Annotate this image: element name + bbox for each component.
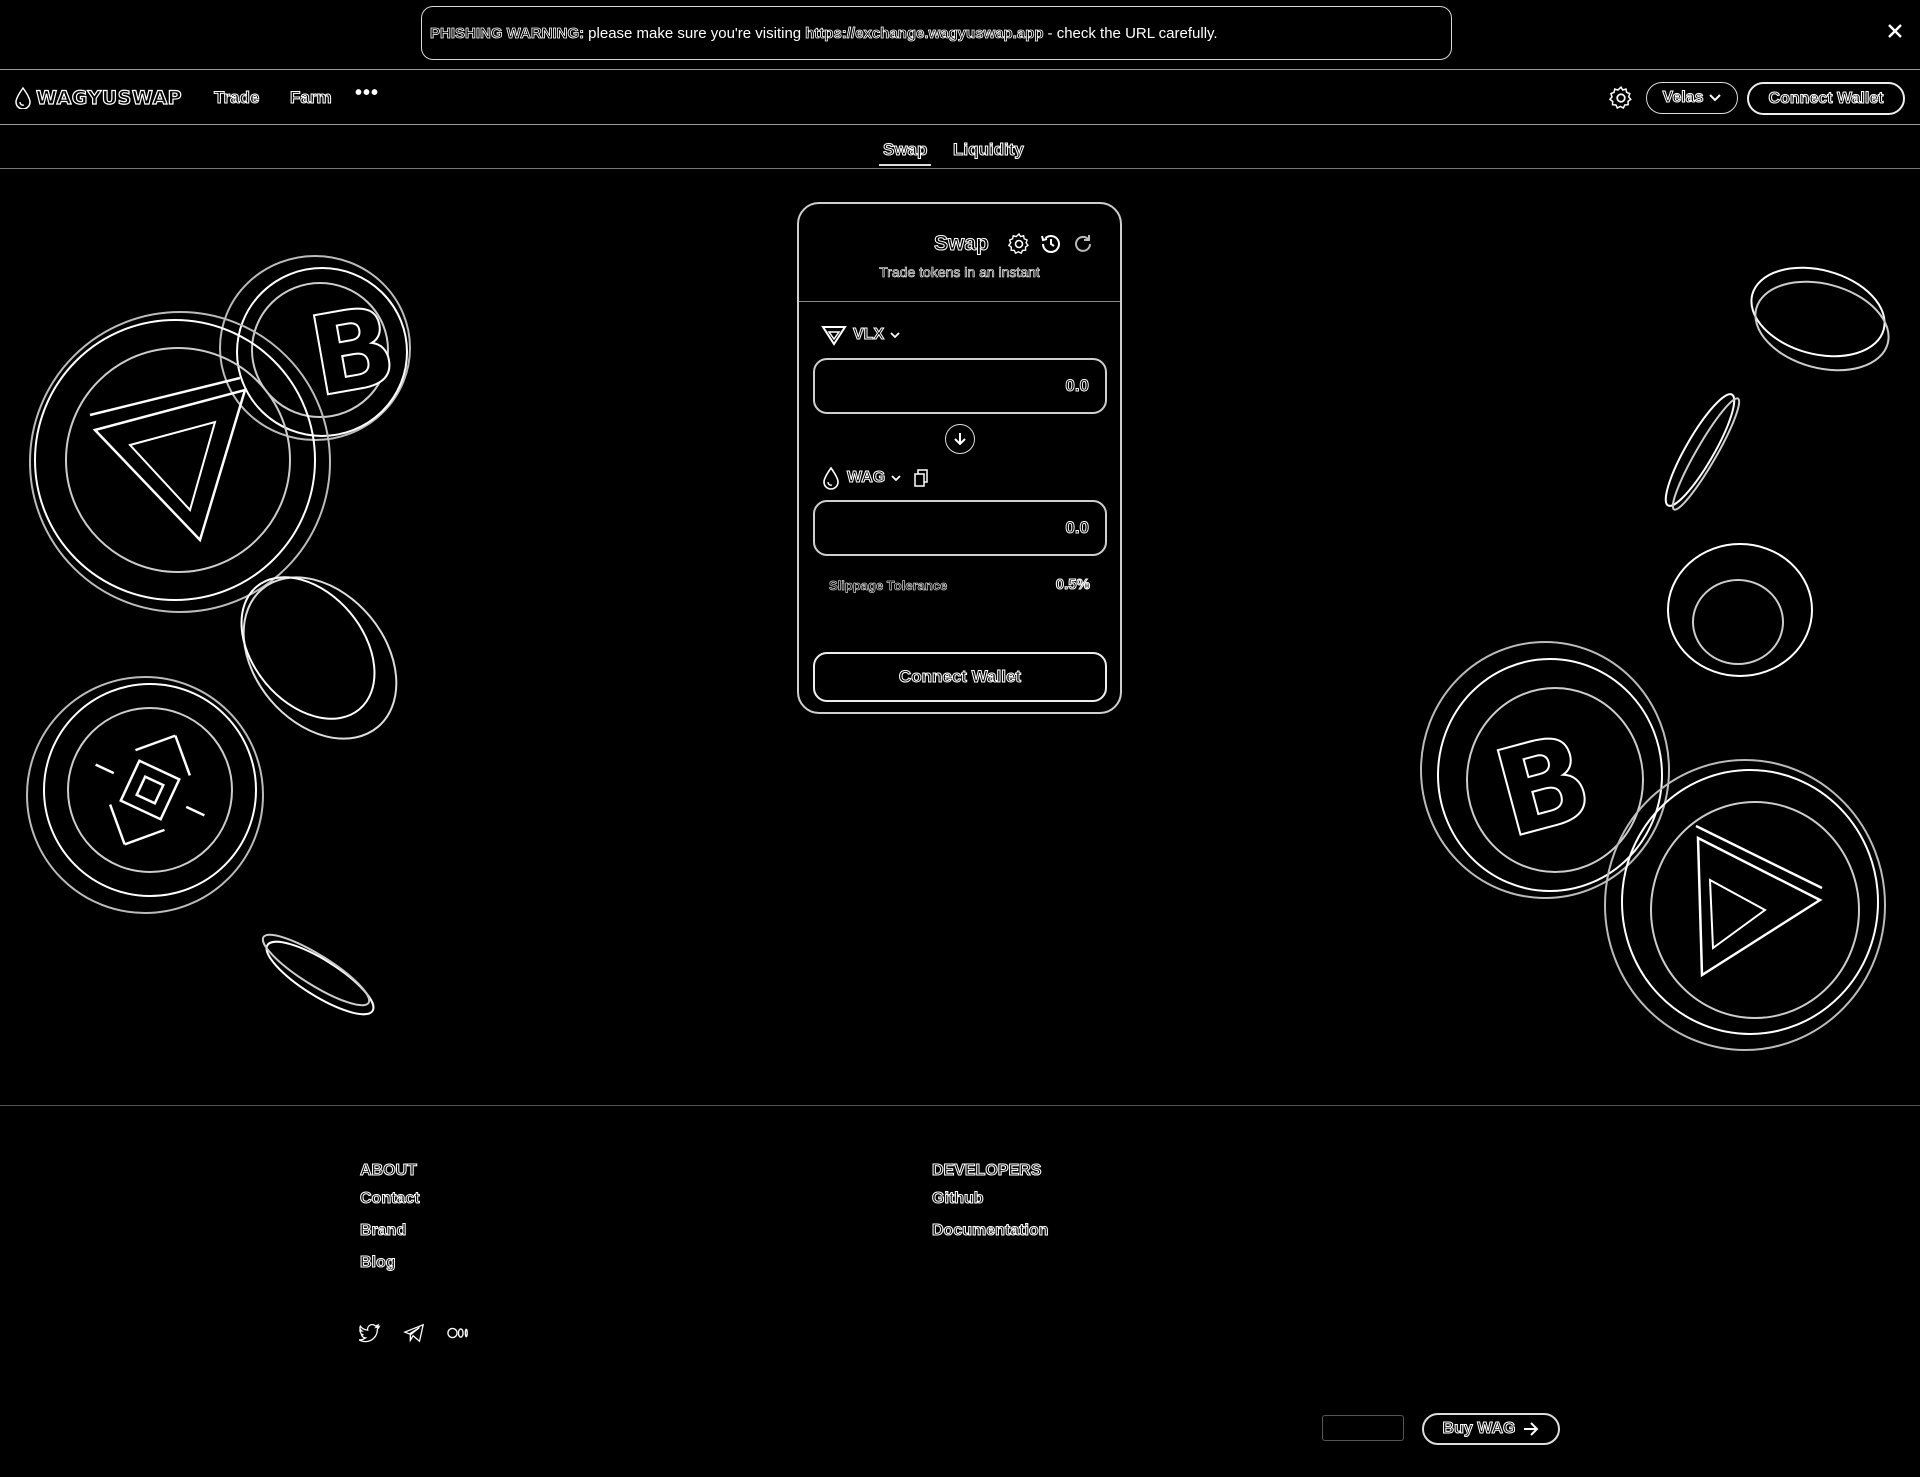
footer-link-contact[interactable]: Contact bbox=[360, 1190, 421, 1208]
network-selector[interactable]: Velas bbox=[1646, 82, 1738, 114]
to-amount-field[interactable] bbox=[813, 500, 1107, 556]
droplet-logo-icon bbox=[15, 87, 31, 109]
phishing-warning-label: PHISHING WARNING: bbox=[430, 24, 585, 42]
from-token-symbol: VLX bbox=[852, 326, 885, 344]
swap-settings-gear-icon[interactable] bbox=[1007, 232, 1031, 256]
chevron-down-icon bbox=[890, 331, 900, 338]
buy-wag-label: Buy WAG bbox=[1442, 1420, 1516, 1438]
nav-link-farm[interactable]: Farm bbox=[290, 88, 333, 108]
top-navbar: WAGYUSWAP Trade Farm ••• Velas Connect W… bbox=[0, 70, 1920, 124]
medium-icon[interactable] bbox=[447, 1322, 469, 1344]
copy-icon[interactable] bbox=[913, 469, 929, 487]
arrow-down-icon bbox=[954, 433, 966, 446]
refresh-icon[interactable] bbox=[1071, 232, 1095, 256]
phishing-warning-text: please make sure you're visiting bbox=[588, 24, 802, 42]
tab-swap[interactable]: Swap bbox=[882, 140, 927, 160]
footer-link-github[interactable]: Github bbox=[932, 1190, 985, 1208]
swap-subtitle: Trade tokens in an instant bbox=[879, 264, 1040, 281]
wagyuswap-logo[interactable]: WAGYUSWAP bbox=[14, 86, 183, 110]
buy-wag-button[interactable]: Buy WAG bbox=[1422, 1413, 1560, 1445]
footer-link-documentation[interactable]: Documentation bbox=[931, 1222, 1048, 1240]
logo-text: WAGYUSWAP bbox=[35, 86, 183, 109]
active-tab-indicator bbox=[879, 164, 931, 166]
footer-divider bbox=[0, 1105, 1920, 1106]
from-amount-input[interactable] bbox=[815, 360, 1105, 412]
wag-token-icon bbox=[823, 466, 839, 490]
swap-card: Swap Trade tokens in an instant VLX 0.0 … bbox=[797, 202, 1122, 714]
swap-connect-wallet-button[interactable]: Connect Wallet bbox=[813, 652, 1107, 702]
nav-divider bbox=[0, 124, 1920, 125]
slippage-label: Slippage Tolerance bbox=[829, 578, 948, 594]
decorative-coins-left: B bbox=[26, 255, 411, 1016]
to-amount-input[interactable] bbox=[815, 502, 1105, 554]
arrow-right-icon bbox=[1524, 1422, 1539, 1436]
swap-connect-wallet-label: Connect Wallet bbox=[898, 667, 1022, 687]
slippage-value[interactable]: 0.5% bbox=[1055, 576, 1090, 594]
card-header-divider bbox=[799, 301, 1120, 302]
phishing-warning-banner: PHISHING WARNING: please make sure you'r… bbox=[421, 6, 1452, 60]
chevron-down-icon bbox=[891, 474, 901, 481]
swap-title: Swap bbox=[934, 232, 990, 256]
from-amount-field[interactable] bbox=[813, 358, 1107, 414]
connect-wallet-button[interactable]: Connect Wallet bbox=[1747, 82, 1905, 115]
twitter-icon[interactable] bbox=[359, 1322, 381, 1344]
tabs-divider bbox=[0, 168, 1920, 169]
close-icon[interactable] bbox=[1886, 22, 1904, 40]
settings-gear-icon[interactable] bbox=[1608, 85, 1634, 111]
more-menu-button[interactable]: ••• bbox=[355, 82, 379, 105]
nav-link-trade[interactable]: Trade bbox=[213, 88, 259, 108]
token-price-box bbox=[1322, 1415, 1404, 1441]
to-token-symbol: WAG bbox=[846, 469, 886, 487]
decorative-coins-right: B bbox=[1420, 266, 1890, 1051]
network-label: Velas bbox=[1662, 89, 1704, 107]
footer-link-brand[interactable]: Brand bbox=[359, 1222, 406, 1240]
bitcoin-symbol: B bbox=[1481, 708, 1605, 866]
footer-about-heading: ABOUT bbox=[360, 1162, 418, 1180]
footer-link-blog[interactable]: Blog bbox=[360, 1254, 397, 1272]
from-token-selector[interactable]: VLX bbox=[821, 324, 900, 346]
connect-wallet-label: Connect Wallet bbox=[1768, 89, 1884, 107]
switch-tokens-button[interactable] bbox=[945, 424, 975, 454]
footer-developers-heading: DEVELOPERS bbox=[931, 1162, 1042, 1180]
vlx-token-icon bbox=[821, 326, 847, 346]
tab-liquidity[interactable]: Liquidity bbox=[953, 140, 1025, 160]
phishing-warning-url: https://exchange.wagyuswap.app bbox=[805, 24, 1044, 42]
chevron-down-icon bbox=[1709, 94, 1722, 102]
to-token-selector[interactable]: WAG bbox=[821, 466, 929, 490]
telegram-icon[interactable] bbox=[403, 1322, 425, 1344]
history-icon[interactable] bbox=[1039, 232, 1063, 256]
phishing-warning-suffix: - check the URL carefully. bbox=[1047, 24, 1218, 42]
